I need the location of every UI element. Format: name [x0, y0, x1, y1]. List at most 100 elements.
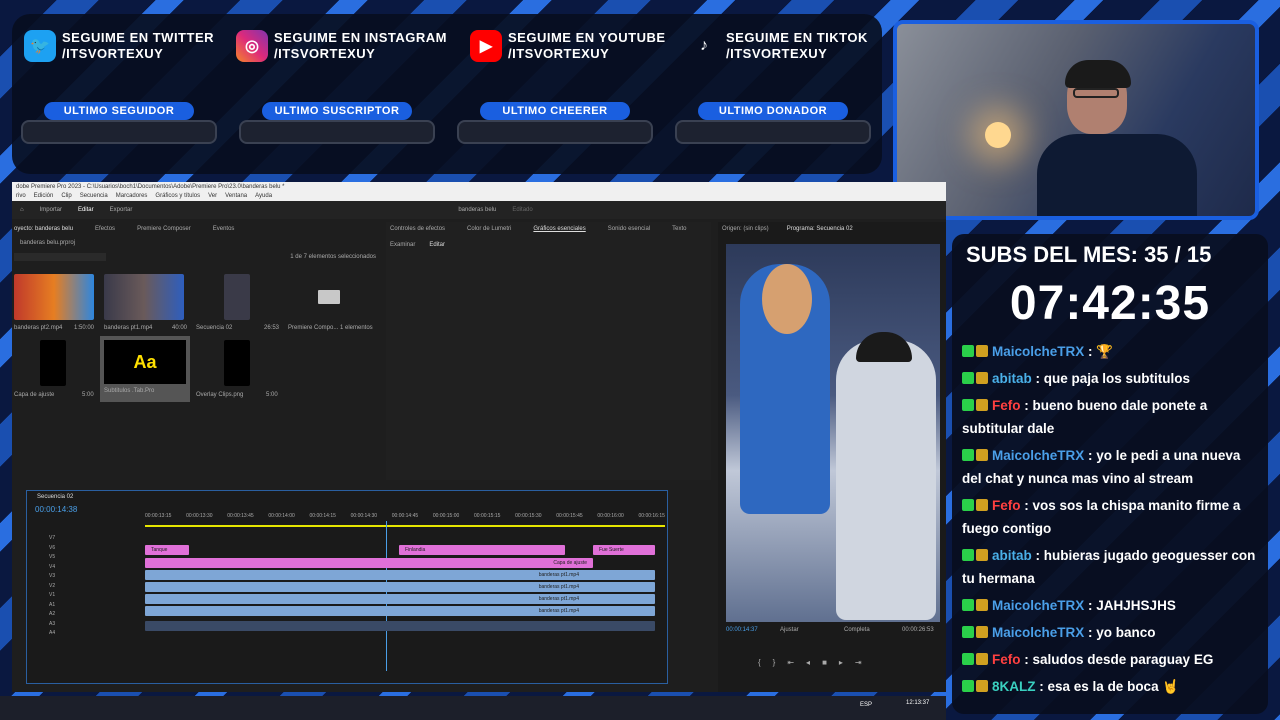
- thumb-subtitulos-selected[interactable]: Aa Subtitulos .Tab.Pro: [100, 336, 190, 402]
- home-icon[interactable]: ⌂: [20, 207, 24, 213]
- time-ruler[interactable]: 00:00:13:15 00:00:13:30 00:00:13:45 00:0…: [145, 513, 665, 519]
- chat-username[interactable]: Fefo: [992, 652, 1021, 667]
- clip-banderas-v2[interactable]: banderas pt1.mp4: [145, 594, 655, 604]
- tab-effect-controls[interactable]: Controles de efectos: [390, 226, 445, 232]
- workspace-edit[interactable]: Editar: [78, 207, 94, 213]
- subtab-browse[interactable]: Examinar: [390, 242, 415, 248]
- step-forward-icon[interactable]: ▸: [839, 658, 843, 667]
- chat-username[interactable]: MaicolcheTRX: [992, 448, 1084, 463]
- tab-lumetri[interactable]: Color de Lumetri: [467, 226, 511, 232]
- chat-username[interactable]: MaicolcheTRX: [992, 344, 1084, 359]
- twitter-icon: 🐦: [24, 30, 56, 62]
- ruler-tick: 00:00:15:15: [474, 513, 501, 519]
- timeline-timecode[interactable]: 00:00:14:38: [35, 505, 77, 514]
- item-duration: 5:00: [266, 392, 278, 398]
- social-tiktok: ♪ SEGUIME EN TIKTOK/ITSVORTEXUY: [688, 30, 868, 62]
- sub-badge-icon: [976, 549, 988, 561]
- search-input[interactable]: [14, 253, 106, 261]
- clip-banderas-v3[interactable]: banderas pt1.mp4: [145, 582, 655, 592]
- workspace-export[interactable]: Exportar: [110, 207, 133, 213]
- menu-item[interactable]: Marcadores: [116, 192, 148, 201]
- chat-message: Fefo : bueno bueno dale ponete a subtitu…: [962, 394, 1262, 440]
- program-timecode[interactable]: 00:00:14:37: [726, 627, 758, 633]
- clip-fue-suerte[interactable]: Fue Suerte: [593, 545, 655, 555]
- tab-essential-sound[interactable]: Sonido esencial: [608, 226, 650, 232]
- menu-bar: rivo Edición Clip Secuencia Marcadores G…: [12, 192, 946, 201]
- chat-username[interactable]: abitab: [992, 371, 1032, 386]
- chat-username[interactable]: MaicolcheTRX: [992, 598, 1084, 613]
- clip-tanque[interactable]: Tanque: [145, 545, 189, 555]
- chat-text: : saludos desde paraguay EG: [1024, 652, 1214, 667]
- menu-item[interactable]: Ayuda: [255, 192, 272, 201]
- mark-out-icon[interactable]: }: [773, 658, 776, 667]
- workspace-bar: ⌂ Importar Editar Exportar banderas belu…: [12, 201, 946, 219]
- step-back-icon[interactable]: ◂: [806, 658, 810, 667]
- fit-select[interactable]: Ajustar: [780, 627, 799, 633]
- workspace-import[interactable]: Importar: [40, 207, 62, 213]
- clip-banderas-v1[interactable]: banderas pt1.mp4: [145, 606, 655, 616]
- last-subscriber-box: ULTIMO SUSCRIPTOR: [239, 102, 435, 144]
- track-label: A2: [49, 611, 56, 617]
- tab-effects[interactable]: Efectos: [95, 226, 115, 232]
- menu-item[interactable]: Clip: [61, 192, 71, 201]
- social-line2: /ITSVORTEXUY: [726, 46, 828, 61]
- menu-item[interactable]: Edición: [34, 192, 54, 201]
- clip-banderas-v4[interactable]: banderas pt1.mp4: [145, 570, 655, 580]
- chat-username[interactable]: Fefo: [992, 498, 1021, 513]
- tab-project[interactable]: oyecto: banderas belu: [14, 226, 73, 232]
- chat-username[interactable]: 8KALZ: [992, 679, 1036, 694]
- clip-capa-ajuste[interactable]: Capa de ajuste: [145, 558, 593, 568]
- tab-source[interactable]: Origen: (sin clips): [722, 226, 769, 232]
- person-right: [836, 332, 936, 620]
- work-area-bar[interactable]: [145, 525, 665, 527]
- social-line2: /ITSVORTEXUY: [274, 46, 376, 61]
- chat-username[interactable]: Fefo: [992, 398, 1021, 413]
- label-pill: ULTIMO SEGUIDOR: [44, 102, 194, 120]
- menu-item[interactable]: Gráficos y títulos: [155, 192, 200, 201]
- sub-badge-icon: [976, 372, 988, 384]
- social-line2: /ITSVORTEXUY: [62, 46, 164, 61]
- lamp: [985, 122, 1011, 148]
- item-name: banderas pt2.mp4: [14, 325, 63, 331]
- youtube-icon: ▶: [470, 30, 502, 62]
- tab-premiere-composer[interactable]: Premiere Composer: [137, 226, 191, 232]
- item-duration: 1 elementos: [340, 325, 373, 331]
- tab-text[interactable]: Texto: [672, 226, 686, 232]
- thumb-overlay-clips[interactable]: [224, 340, 250, 386]
- mark-in-icon[interactable]: {: [758, 658, 761, 667]
- menu-item[interactable]: rivo: [16, 192, 26, 201]
- instagram-icon: ◎: [236, 30, 268, 62]
- tab-program[interactable]: Programa: Secuencia 02: [787, 226, 853, 232]
- last-follower-box: ULTIMO SEGUIDOR: [21, 102, 217, 144]
- stop-icon[interactable]: ■: [822, 658, 827, 667]
- thumb-capa-ajuste[interactable]: [40, 340, 66, 386]
- folder-icon[interactable]: [318, 290, 340, 304]
- ruler-tick: 00:00:13:30: [186, 513, 213, 519]
- label-value-bar: [675, 120, 871, 144]
- menu-item[interactable]: Ventana: [225, 192, 247, 201]
- tab-events[interactable]: Eventos: [213, 226, 235, 232]
- ruler-tick: 00:00:15:30: [515, 513, 542, 519]
- thumb-banderas-pt2[interactable]: [14, 274, 94, 320]
- thumb-banderas-pt1[interactable]: [104, 274, 184, 320]
- transport-controls: { } ⇤ ◂ ■ ▸ ⇥: [758, 658, 862, 667]
- ruler-tick: 00:00:14:00: [268, 513, 295, 519]
- thumb-secuencia-02[interactable]: [224, 274, 250, 320]
- clip-finlandia[interactable]: Finlandia: [399, 545, 565, 555]
- language-indicator[interactable]: ESP: [860, 702, 872, 708]
- menu-item[interactable]: Secuencia: [80, 192, 108, 201]
- program-monitor: Origen: (sin clips) Programa: Secuencia …: [718, 222, 946, 692]
- menu-item[interactable]: Ver: [208, 192, 217, 201]
- chat-username[interactable]: abitab: [992, 548, 1032, 563]
- chat-text: : yo banco: [1088, 625, 1156, 640]
- go-out-icon[interactable]: ⇥: [855, 658, 862, 667]
- tab-essential-graphics[interactable]: Gráficos esenciales: [533, 226, 585, 232]
- chat-username[interactable]: MaicolcheTRX: [992, 625, 1084, 640]
- sequence-tab[interactable]: Secuencia 02: [37, 494, 73, 500]
- clip-audio-a1[interactable]: [145, 621, 655, 631]
- quality-select[interactable]: Completa: [844, 627, 870, 633]
- go-in-icon[interactable]: ⇤: [787, 658, 794, 667]
- label-value-bar: [457, 120, 653, 144]
- subtab-edit[interactable]: Editar: [429, 242, 445, 248]
- ruler-tick: 00:00:14:30: [350, 513, 378, 519]
